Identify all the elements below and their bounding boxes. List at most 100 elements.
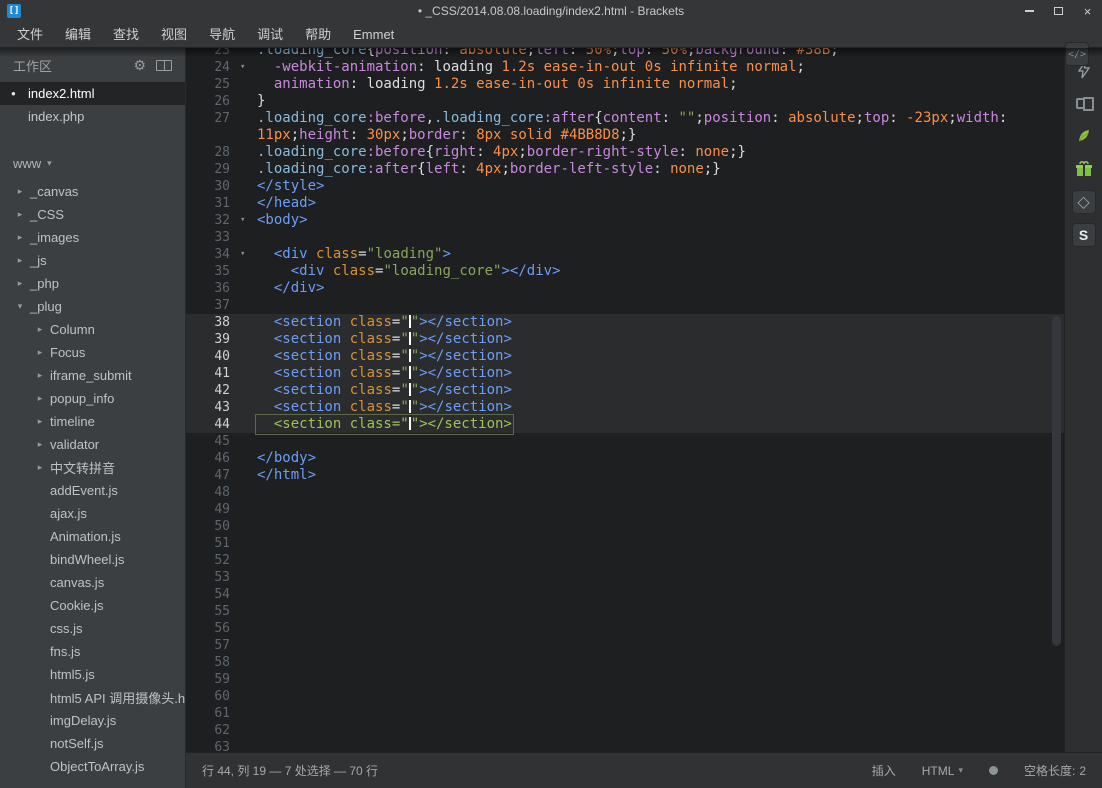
tree-folder-item[interactable]: ▸Focus bbox=[0, 341, 185, 364]
extract-extension-icon[interactable]: ◇ bbox=[1072, 190, 1096, 214]
code-row[interactable]: 56 bbox=[186, 620, 1064, 637]
code-row[interactable]: 62 bbox=[186, 722, 1064, 739]
leaf-extension-icon[interactable] bbox=[1071, 124, 1097, 148]
code-row[interactable]: 34▾ <div class="loading"> bbox=[186, 246, 1064, 263]
code-row[interactable]: 52 bbox=[186, 552, 1064, 569]
tree-folder-item[interactable]: ▸_images bbox=[0, 226, 185, 249]
code-row[interactable]: 47</html> bbox=[186, 467, 1064, 484]
code-row[interactable]: 63 bbox=[186, 739, 1064, 752]
menu-item[interactable]: 导航 bbox=[198, 22, 246, 48]
gear-icon[interactable]: ⚙ bbox=[133, 58, 146, 72]
tree-file-item[interactable]: html5 API 调用摄像头.h bbox=[0, 686, 185, 709]
tree-file-item[interactable]: addEvent.js bbox=[0, 479, 185, 502]
code-row[interactable]: 61 bbox=[186, 705, 1064, 722]
code-row[interactable]: 48 bbox=[186, 484, 1064, 501]
tree-folder-item[interactable]: ▸_php bbox=[0, 272, 185, 295]
code-row[interactable]: 23.loading_core{position: absolute;left:… bbox=[186, 48, 1064, 59]
tree-file-item[interactable]: ajax.js bbox=[0, 502, 185, 525]
code-row[interactable]: 24▾ -webkit-animation: loading 1.2s ease… bbox=[186, 59, 1064, 76]
tree-folder-item[interactable]: ▸Column bbox=[0, 318, 185, 341]
tree-folder-item[interactable]: ▸popup_info bbox=[0, 387, 185, 410]
disclosure-arrow-icon[interactable]: ▸ bbox=[34, 416, 46, 427]
responsive-preview-icon[interactable] bbox=[1071, 91, 1097, 115]
code-extension-icon[interactable]: </> bbox=[1065, 42, 1089, 66]
code-row[interactable]: 35 <div class="loading_core"></div> bbox=[186, 263, 1064, 280]
snippets-extension-icon[interactable]: S bbox=[1072, 223, 1096, 247]
code-row[interactable]: 33 bbox=[186, 229, 1064, 246]
code-row[interactable]: 57 bbox=[186, 637, 1064, 654]
disclosure-arrow-icon[interactable]: ▸ bbox=[14, 232, 26, 243]
code-row[interactable]: 45 bbox=[186, 433, 1064, 450]
code-row[interactable]: 25 animation: loading 1.2s ease-in-out 0… bbox=[186, 76, 1064, 93]
minimize-button[interactable] bbox=[1015, 0, 1044, 22]
menu-item[interactable]: 调试 bbox=[246, 22, 294, 48]
menu-item[interactable]: 文件 bbox=[6, 22, 54, 48]
project-dropdown[interactable]: www ▾ bbox=[0, 150, 185, 176]
code-row[interactable]: 53 bbox=[186, 569, 1064, 586]
tree-folder-item[interactable]: ▸validator bbox=[0, 433, 185, 456]
close-button[interactable]: × bbox=[1073, 0, 1102, 22]
disclosure-arrow-icon[interactable]: ▸ bbox=[34, 324, 46, 335]
code-row[interactable]: 42 <section class=""></section> bbox=[186, 382, 1064, 399]
code-row[interactable]: 32▾<body> bbox=[186, 212, 1064, 229]
code-row[interactable]: 50 bbox=[186, 518, 1064, 535]
code-row[interactable]: 31</head> bbox=[186, 195, 1064, 212]
editor[interactable]: 23.loading_core{position: absolute;left:… bbox=[186, 48, 1064, 752]
code-row[interactable]: 60 bbox=[186, 688, 1064, 705]
extension-updates-gift-icon[interactable] bbox=[1071, 157, 1097, 181]
code-row[interactable]: 59 bbox=[186, 671, 1064, 688]
code-row[interactable]: 27.loading_core:before,.loading_core:aft… bbox=[186, 110, 1064, 127]
maximize-button[interactable] bbox=[1044, 0, 1073, 22]
indent-value[interactable]: 2 bbox=[1079, 764, 1086, 778]
menu-item[interactable]: 查找 bbox=[102, 22, 150, 48]
tree-folder-item[interactable]: ▸iframe_submit bbox=[0, 364, 185, 387]
tree-folder-item[interactable]: ▸_CSS bbox=[0, 203, 185, 226]
tree-folder-item[interactable]: ▸_js bbox=[0, 249, 185, 272]
code-row[interactable]: 43 <section class=""></section> bbox=[186, 399, 1064, 416]
split-view-icon[interactable] bbox=[156, 60, 172, 71]
disclosure-arrow-icon[interactable]: ▸ bbox=[14, 278, 26, 289]
code-row[interactable]: 37 bbox=[186, 297, 1064, 314]
indent-settings[interactable]: 空格长度: 2 bbox=[1024, 762, 1086, 779]
insert-mode-toggle[interactable]: 插入 bbox=[872, 762, 896, 779]
tree-file-item[interactable]: Cookie.js bbox=[0, 594, 185, 617]
code-row[interactable]: 46</body> bbox=[186, 450, 1064, 467]
code-row[interactable]: 51 bbox=[186, 535, 1064, 552]
tree-file-item[interactable]: css.js bbox=[0, 617, 185, 640]
tree-file-item[interactable]: imgDelay.js bbox=[0, 709, 185, 732]
disclosure-arrow-icon[interactable]: ▾ bbox=[14, 301, 26, 312]
tree-file-item[interactable]: fns.js bbox=[0, 640, 185, 663]
code-row[interactable]: 40 <section class=""></section> bbox=[186, 348, 1064, 365]
tree-folder-item[interactable]: ▸中文转拼音 bbox=[0, 456, 185, 479]
tree-file-item[interactable]: canvas.js bbox=[0, 571, 185, 594]
editor-scrollbar[interactable] bbox=[1052, 316, 1061, 646]
tree-folder-item[interactable]: ▸timeline bbox=[0, 410, 185, 433]
lint-status-icon[interactable] bbox=[989, 766, 998, 775]
code-row[interactable]: 29.loading_core:after{left: 4px;border-l… bbox=[186, 161, 1064, 178]
fold-arrow-icon[interactable]: ▾ bbox=[240, 59, 257, 76]
code-row[interactable]: 49 bbox=[186, 501, 1064, 518]
working-file-item[interactable]: ●index2.html bbox=[0, 82, 185, 105]
disclosure-arrow-icon[interactable]: ▸ bbox=[34, 462, 46, 473]
disclosure-arrow-icon[interactable]: ▸ bbox=[34, 393, 46, 404]
menu-item[interactable]: 编辑 bbox=[54, 22, 102, 48]
menu-item[interactable]: 视图 bbox=[150, 22, 198, 48]
code-row[interactable]: 26} bbox=[186, 93, 1064, 110]
disclosure-arrow-icon[interactable]: ▸ bbox=[14, 209, 26, 220]
disclosure-arrow-icon[interactable]: ▸ bbox=[34, 347, 46, 358]
fold-arrow-icon[interactable]: ▾ bbox=[240, 246, 257, 263]
tree-folder-item[interactable]: ▾_plug bbox=[0, 295, 185, 318]
tree-folder-item[interactable]: ▸_canvas bbox=[0, 180, 185, 203]
code-row[interactable]: 44 <section class=""></section> bbox=[186, 416, 1064, 433]
code-row[interactable]: 11px;height: 30px;border: 8px solid #4BB… bbox=[186, 127, 1064, 144]
code-row[interactable]: 54 bbox=[186, 586, 1064, 603]
tree-file-item[interactable]: notSelf.js bbox=[0, 732, 185, 755]
code-row[interactable]: 55 bbox=[186, 603, 1064, 620]
language-mode-dropdown[interactable]: HTML ▾ bbox=[922, 764, 963, 778]
menu-item[interactable]: Emmet bbox=[342, 22, 405, 48]
code-row[interactable]: 30</style> bbox=[186, 178, 1064, 195]
tree-file-item[interactable]: Animation.js bbox=[0, 525, 185, 548]
disclosure-arrow-icon[interactable]: ▸ bbox=[14, 255, 26, 266]
working-file-item[interactable]: index.php bbox=[0, 105, 185, 128]
tree-file-item[interactable]: bindWheel.js bbox=[0, 548, 185, 571]
